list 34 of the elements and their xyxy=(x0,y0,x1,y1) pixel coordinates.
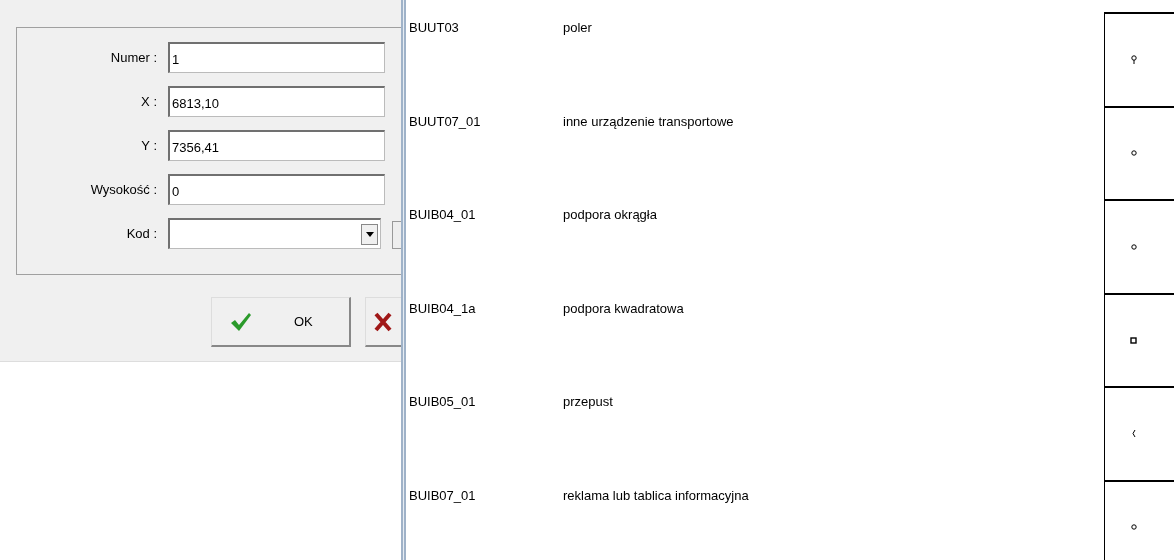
description-text: poler xyxy=(563,19,593,35)
circle-symbol-icon xyxy=(1130,150,1137,157)
description-text: podpora okrągła xyxy=(563,206,658,222)
code-text: BUIB05_01 xyxy=(408,393,477,409)
code-text: BUIB07_01 xyxy=(408,486,477,503)
pin-symbol-icon xyxy=(1130,55,1137,65)
code-text: BUIB04_01 xyxy=(408,206,477,222)
description-text: reklama lub tablica informacyjna xyxy=(563,486,750,503)
field-label: Kod : xyxy=(125,226,157,241)
square-symbol-icon xyxy=(1130,336,1137,344)
description-text: przepust xyxy=(563,393,614,409)
input-field[interactable]: 6813,10 xyxy=(168,86,385,117)
description-text: podpora kwadratowa xyxy=(563,299,685,316)
input-field[interactable]: 1 xyxy=(168,42,385,73)
input-field[interactable]: 0 xyxy=(168,174,385,205)
field-label: X : xyxy=(140,94,157,109)
circle-symbol-icon xyxy=(1130,243,1137,250)
dropdown-field[interactable] xyxy=(168,218,382,249)
checkmark-icon xyxy=(230,311,252,332)
close-icon xyxy=(374,311,392,332)
circle-symbol-icon xyxy=(1130,524,1137,531)
bracket-symbol-icon xyxy=(1131,430,1136,438)
input-field[interactable]: 7356,41 xyxy=(168,130,385,161)
cancel-button[interactable] xyxy=(365,297,401,347)
code-text: BUIB04_1a xyxy=(408,299,477,316)
code-text: BUUT03 xyxy=(408,19,460,35)
code-text: BUUT07_01 xyxy=(408,112,482,129)
field-label: Wysokość : xyxy=(89,182,157,197)
field-label: Numer : xyxy=(109,50,157,65)
field-label: Y : xyxy=(140,138,157,153)
ok-button[interactable]: OK xyxy=(211,297,351,347)
description-text: inne urządzenie transportowe xyxy=(563,112,735,129)
caret-icon xyxy=(365,231,374,237)
dropdown-arrow-button[interactable] xyxy=(361,223,379,245)
